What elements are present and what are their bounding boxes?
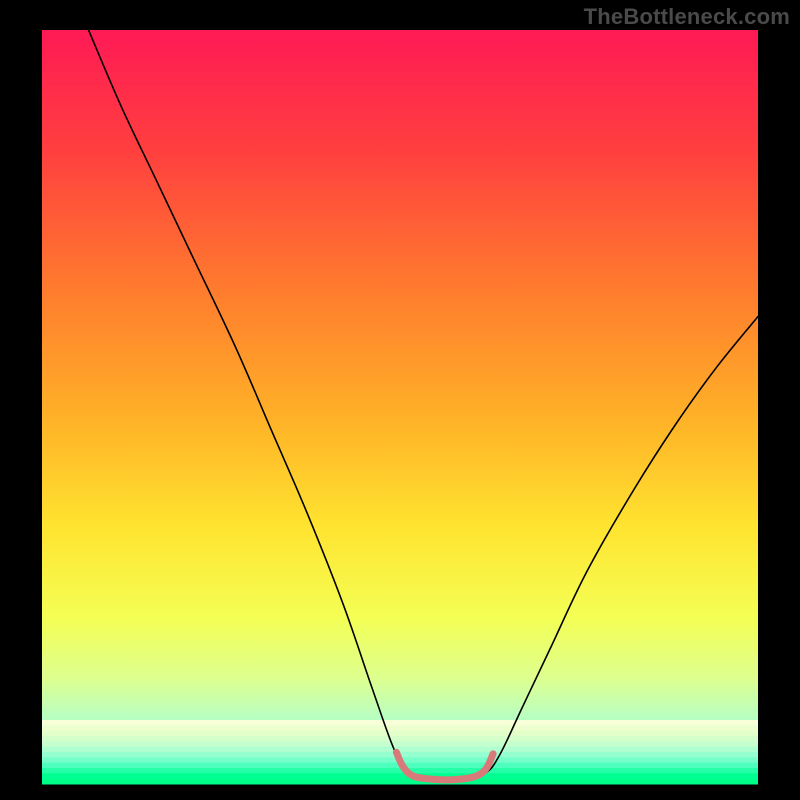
bottom-stripe: [42, 725, 758, 731]
bottom-stripe: [42, 741, 758, 747]
watermark-text: TheBottleneck.com: [584, 4, 790, 30]
bottom-stripe: [42, 779, 758, 785]
bottom-stripe: [42, 736, 758, 742]
plot-area: [42, 30, 758, 784]
bottom-stripe: [42, 720, 758, 726]
chart-frame: TheBottleneck.com: [0, 0, 800, 800]
bottleneck-chart: [0, 0, 800, 800]
bottom-stripe: [42, 773, 758, 779]
bottom-stripe: [42, 747, 758, 753]
bottom-stripe: [42, 768, 758, 774]
bottom-stripe: [42, 731, 758, 737]
